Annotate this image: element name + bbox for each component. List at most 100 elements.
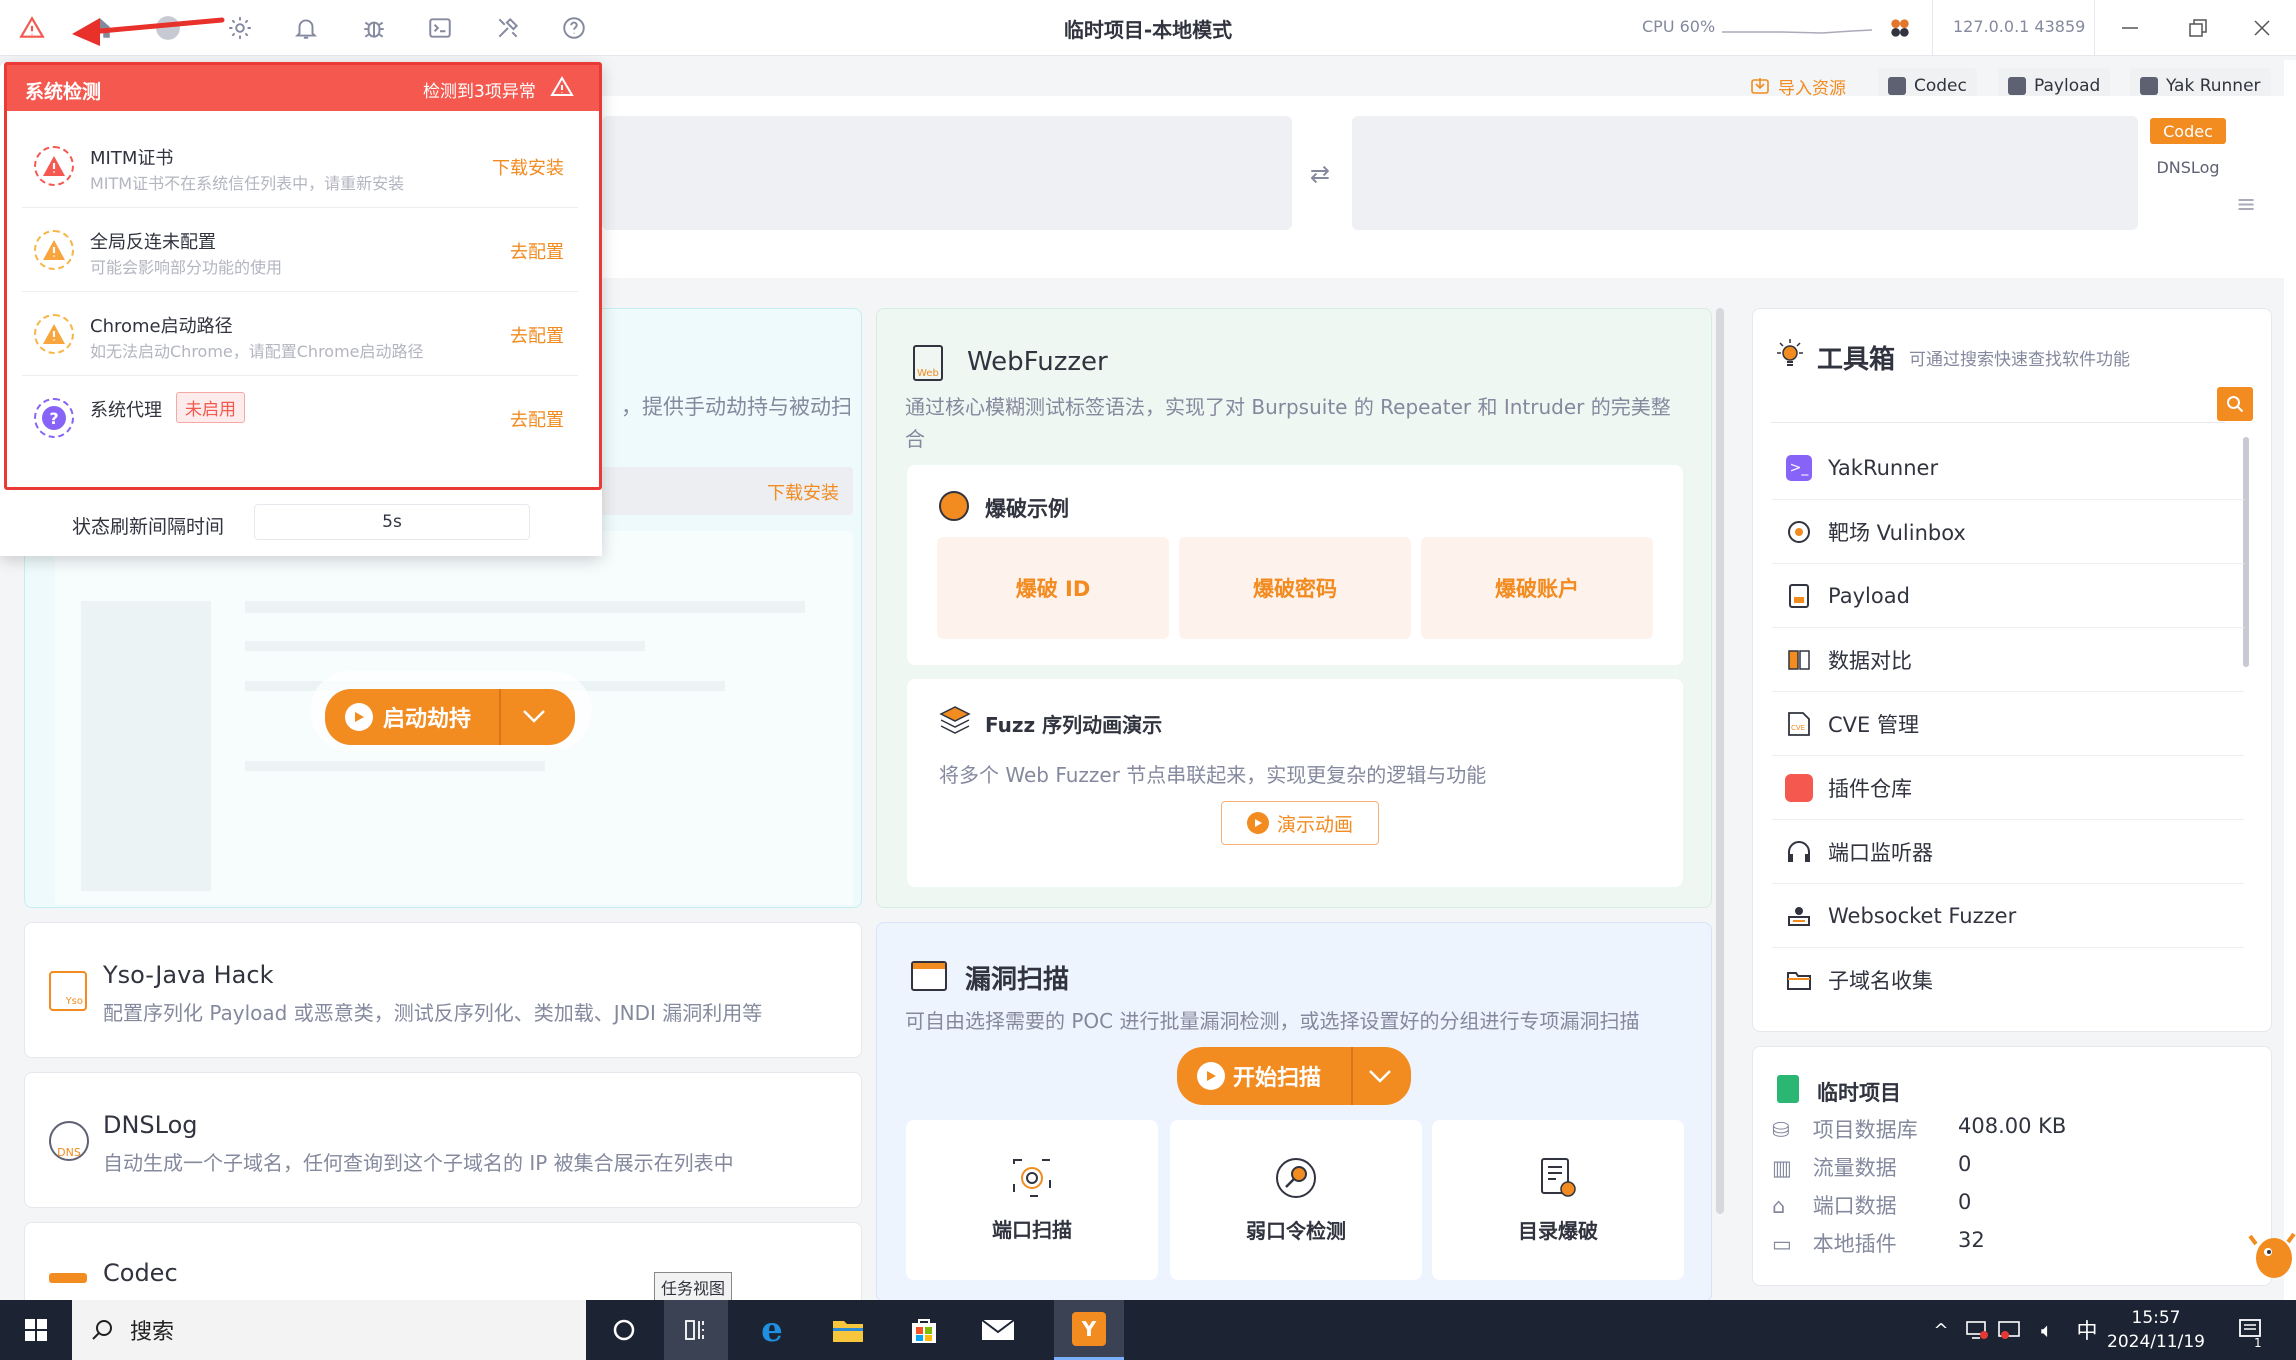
file-explorer-icon[interactable] — [816, 1300, 880, 1360]
sequence-panel: Fuzz 序列动画演示 将多个 Web Fuzzer 节点串联起来，实现更复杂的… — [907, 679, 1683, 887]
bug-icon[interactable] — [356, 10, 392, 46]
demo-animation-button[interactable]: 演示动画 — [1221, 801, 1379, 845]
stat-value: 32 — [1958, 1228, 1985, 1252]
alert-title: 全局反连未配置 — [90, 232, 216, 253]
stat-port: ⌂ 端口数据 0 — [1772, 1190, 1972, 1218]
dir-brute-tile[interactable]: 目录爆破 — [1432, 1120, 1684, 1280]
restore-icon[interactable] — [2176, 8, 2220, 48]
start-scan-button[interactable]: 开始扫描 — [1177, 1047, 1411, 1105]
notification-icon[interactable]: 1 — [2226, 1300, 2276, 1360]
help-icon[interactable] — [556, 10, 592, 46]
taskbar-search-box[interactable]: 搜索 — [72, 1300, 586, 1360]
display-icon[interactable] — [1994, 1300, 2024, 1360]
chevron-down-icon[interactable] — [521, 705, 547, 731]
example-id-button[interactable]: 爆破 ID — [937, 537, 1169, 639]
page-scrollbar[interactable] — [2284, 60, 2296, 1300]
tool-payload[interactable]: Payload — [1772, 564, 2244, 628]
tools-icon[interactable] — [490, 10, 526, 46]
codec-icon — [1888, 77, 1906, 95]
tool-diff[interactable]: 数据对比 — [1772, 628, 2244, 692]
volume-icon[interactable]: 🔈︎ — [2030, 1300, 2064, 1360]
layers-icon — [939, 706, 971, 734]
example-account-button[interactable]: 爆破账户 — [1421, 537, 1653, 639]
stat-plugins: ▭ 本地插件 32 — [1772, 1228, 1985, 1256]
clock[interactable]: 15:57 2024/11/19 — [2106, 1300, 2206, 1360]
yso-card[interactable]: Yso Yso-Java Hack 配置序列化 Payload 或恶意类，测试反… — [24, 922, 862, 1058]
configure-link[interactable]: 去配置 — [510, 322, 564, 348]
store-icon[interactable] — [892, 1300, 956, 1360]
search-input[interactable] — [1771, 389, 2225, 423]
error-icon — [34, 146, 74, 186]
weak-password-label: 弱口令检测 — [1246, 1218, 1346, 1243]
windows-start-icon[interactable] — [0, 1300, 72, 1360]
task-view-icon[interactable] — [664, 1300, 728, 1360]
ime-indicator[interactable]: 中 — [2070, 1300, 2104, 1360]
start-hijack-button[interactable]: 启动劫持 — [325, 689, 575, 745]
gear-icon[interactable] — [222, 10, 258, 46]
dns-icon: DNS — [49, 1121, 89, 1161]
payload-label: Payload — [2034, 76, 2101, 96]
database-icon: ⛁ — [1772, 1118, 1790, 1142]
yakrunner-label: Yak Runner — [2166, 76, 2261, 96]
side-tab-dnslog[interactable]: DNSLog — [2150, 154, 2226, 180]
tool-cve[interactable]: CVE CVE 管理 — [1772, 692, 2244, 756]
tool-port-listener[interactable]: 端口监听器 — [1772, 820, 2244, 884]
tool-label: 靶场 Vulinbox — [1828, 520, 1966, 545]
alert-title: MITM证书 — [90, 148, 174, 169]
codec-input[interactable] — [602, 116, 1292, 230]
yakit-app-icon[interactable]: Y — [1054, 1300, 1124, 1360]
weak-password-tile[interactable]: 弱口令检测 — [1170, 1120, 1422, 1280]
tool-plugin-store[interactable]: 插件仓库 — [1772, 756, 2244, 820]
scrollbar[interactable] — [1716, 308, 1724, 1214]
configure-link[interactable]: 去配置 — [510, 238, 564, 264]
question-icon: ? — [34, 398, 74, 438]
terminal-icon[interactable] — [422, 10, 458, 46]
stat-value: 0 — [1958, 1152, 1972, 1176]
fingerprint-icon — [1013, 1158, 1051, 1197]
tool-label: Payload — [1828, 583, 1910, 608]
search-icon[interactable] — [2217, 387, 2253, 421]
tool-label: CVE 管理 — [1828, 712, 1919, 737]
port-scan-tile[interactable]: 端口扫描 — [906, 1120, 1158, 1280]
stat-value: 408.00 KB — [1958, 1114, 2067, 1138]
close-icon[interactable] — [2240, 8, 2284, 48]
tooltip: 任务视图 — [654, 1272, 733, 1302]
tool-vulinbox[interactable]: 靶场 Vulinbox — [1772, 500, 2244, 564]
tool-websocket-fuzzer[interactable]: Websocket Fuzzer — [1772, 884, 2244, 948]
mascot-icon[interactable] — [2248, 1224, 2296, 1284]
tool-subdomain[interactable]: 子域名收集 — [1772, 948, 2244, 1012]
network-icon[interactable] — [1962, 1300, 1992, 1360]
yak-logo-icon[interactable] — [1882, 10, 1918, 46]
store-icon — [1784, 773, 1814, 803]
popup-title: 系统检测 — [25, 81, 102, 103]
import-label: 导入资源 — [1778, 78, 1846, 99]
minimize-icon[interactable] — [2108, 8, 2152, 48]
start-hijack-label: 启动劫持 — [383, 707, 472, 732]
warning-icon[interactable] — [14, 10, 50, 46]
tool-label: 数据对比 — [1828, 648, 1912, 673]
alert-desc: 可能会影响部分功能的使用 — [90, 258, 283, 277]
configure-link[interactable]: 去配置 — [510, 406, 564, 432]
codec-output[interactable] — [1352, 116, 2138, 230]
chevron-up-icon[interactable]: ^ — [1926, 1300, 1956, 1360]
collapse-icon[interactable]: ≡ — [2236, 190, 2256, 218]
warning-icon — [34, 230, 74, 270]
download-install-link[interactable]: 下载安装 — [492, 154, 564, 180]
tool-label: 端口监听器 — [1828, 840, 1933, 865]
import-icon — [1751, 78, 1769, 94]
edge-icon[interactable]: e — [740, 1300, 804, 1360]
mail-icon[interactable] — [966, 1300, 1030, 1360]
chevron-down-icon[interactable] — [1367, 1065, 1393, 1091]
tool-yakrunner[interactable]: >_ YakRunner — [1772, 436, 2244, 500]
refresh-interval-input[interactable]: 5s — [254, 504, 530, 540]
swap-icon[interactable]: ⇄ — [1310, 160, 1330, 188]
dnslog-card[interactable]: DNS DNSLog 自动生成一个子域名，任何查询到这个子域名的 IP 被集合展… — [24, 1072, 862, 1208]
payload-icon — [2008, 77, 2026, 95]
mitm-download-link[interactable]: 下载安装 — [767, 479, 839, 505]
example-password-button[interactable]: 爆破密码 — [1179, 537, 1411, 639]
popup-header: 系统检测 检测到3项异常 — [7, 65, 599, 111]
cortana-icon[interactable] — [596, 1300, 652, 1360]
bell-icon[interactable] — [288, 10, 324, 46]
side-tab-codec[interactable]: Codec — [2150, 118, 2226, 144]
yakrunner-icon: >_ — [1784, 453, 1814, 483]
